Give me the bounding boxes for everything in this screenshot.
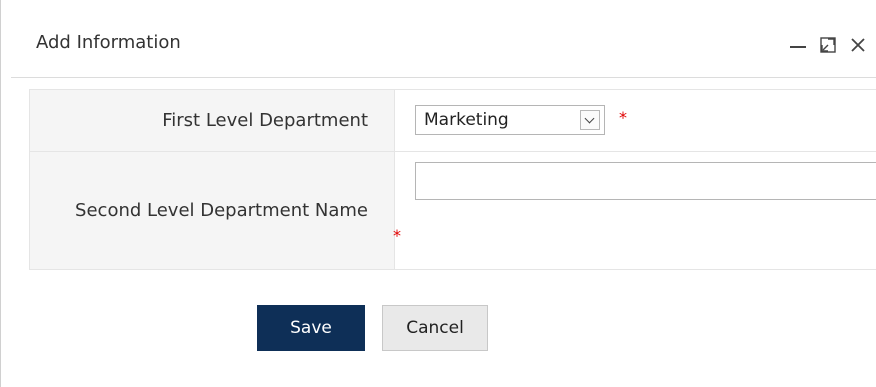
maximize-icon[interactable] bbox=[819, 36, 837, 54]
first-level-select[interactable]: Marketing bbox=[415, 105, 605, 135]
second-level-name-input[interactable] bbox=[415, 162, 876, 200]
window-controls bbox=[789, 36, 867, 54]
minimize-icon[interactable] bbox=[789, 36, 807, 54]
add-information-dialog: Add Information First Level Department M… bbox=[0, 0, 876, 387]
close-icon[interactable] bbox=[849, 36, 867, 54]
cancel-button[interactable]: Cancel bbox=[382, 305, 488, 351]
first-level-row: First Level Department Marketing * bbox=[29, 89, 876, 152]
dialog-actions: Save Cancel bbox=[257, 305, 488, 351]
department-form-table: First Level Department Marketing * Secon… bbox=[29, 89, 876, 270]
second-level-row: Second Level Department Name * bbox=[29, 151, 876, 270]
first-level-value-cell: Marketing * bbox=[394, 89, 876, 152]
dialog-title: Add Information bbox=[36, 32, 181, 53]
first-level-label: First Level Department bbox=[29, 89, 395, 152]
dialog-header: Add Information bbox=[11, 12, 876, 78]
second-level-value-cell: * bbox=[393, 151, 876, 270]
second-level-required-marker: * bbox=[393, 226, 401, 245]
first-level-required-marker: * bbox=[619, 108, 627, 127]
second-level-label: Second Level Department Name bbox=[29, 151, 395, 270]
chevron-down-icon[interactable] bbox=[580, 110, 600, 130]
save-button[interactable]: Save bbox=[257, 305, 365, 351]
first-level-selected-value: Marketing bbox=[424, 110, 509, 130]
